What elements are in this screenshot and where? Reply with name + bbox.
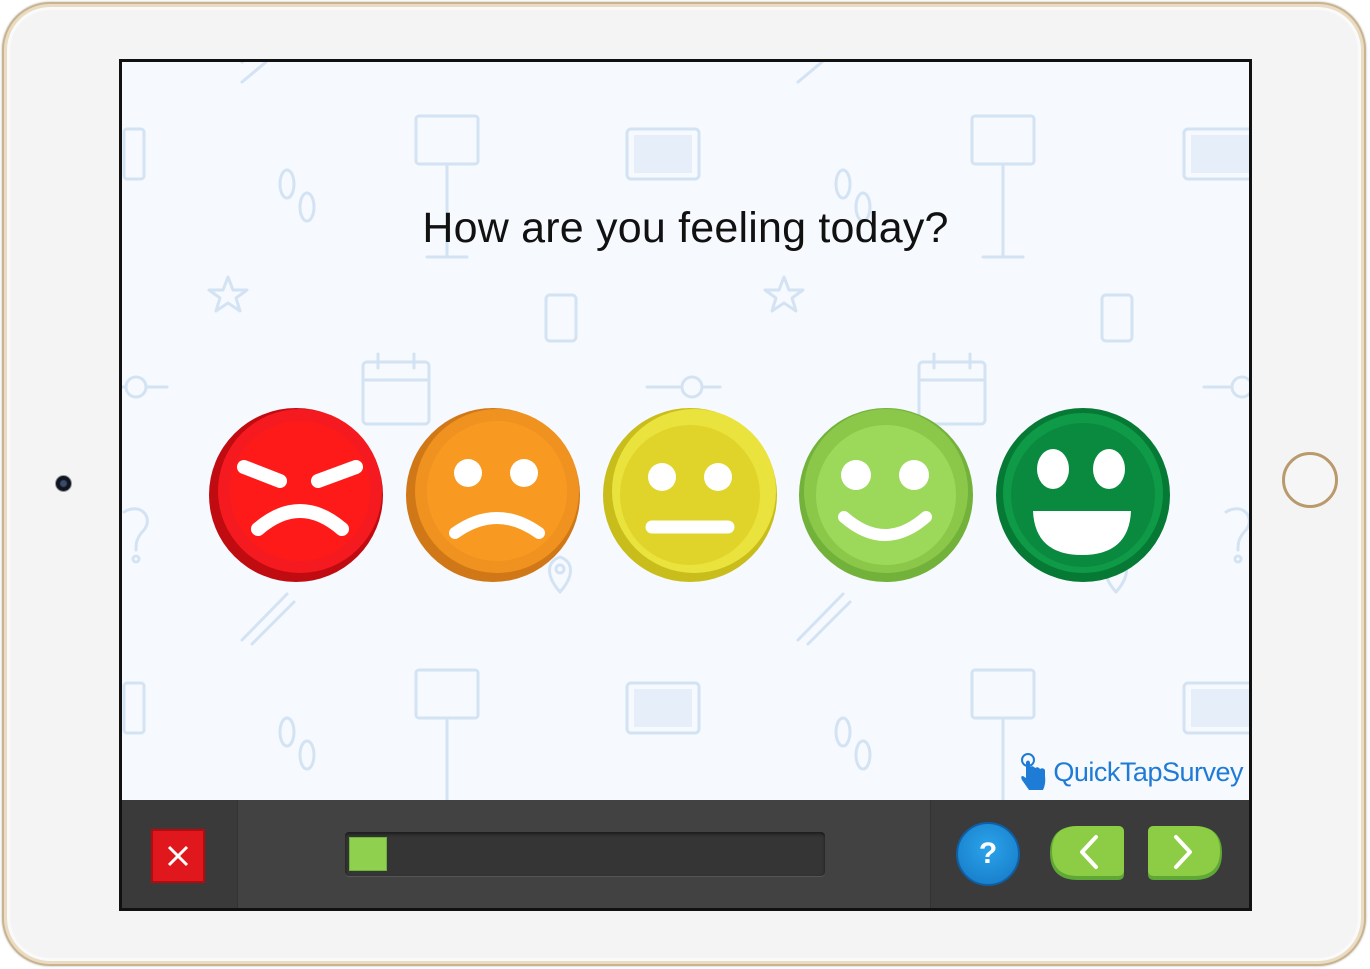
help-label: ? [978,837,998,870]
camera-icon [55,475,72,492]
survey-screen: How are you feeling today? QuickTapSurve… [119,59,1252,911]
chevron-left-icon [1050,826,1124,880]
brand-name: QuickTapSurvey [1053,756,1243,787]
happy-face-icon [799,408,973,582]
face-happy-button[interactable] [796,405,976,585]
nav-controls: ? [930,800,1249,908]
tap-hand-icon [1021,753,1046,790]
progress-bar [345,832,825,876]
brand-logo: QuickTapSurvey [1019,752,1243,792]
sad-face-icon [406,408,580,582]
next-button[interactable] [1146,822,1224,884]
progress-fill [349,837,387,871]
home-button[interactable] [1282,452,1338,508]
close-zone [122,800,238,908]
rating-faces [122,405,1249,585]
face-neutral-button[interactable] [600,405,780,585]
close-button[interactable] [151,829,205,883]
close-icon [167,845,189,867]
question-title: How are you feeling today? [422,204,949,252]
neutral-face-icon [603,408,777,582]
face-sad-button[interactable] [403,405,583,585]
chevron-right-icon [1148,826,1222,880]
angry-face-icon [209,408,383,582]
face-angry-button[interactable] [206,405,386,585]
back-button[interactable] [1048,822,1126,884]
help-button[interactable]: ? [956,822,1020,886]
face-very-happy-button[interactable] [993,405,1173,585]
navigation-bar: ? [122,800,1249,908]
very-happy-face-icon [996,408,1170,582]
